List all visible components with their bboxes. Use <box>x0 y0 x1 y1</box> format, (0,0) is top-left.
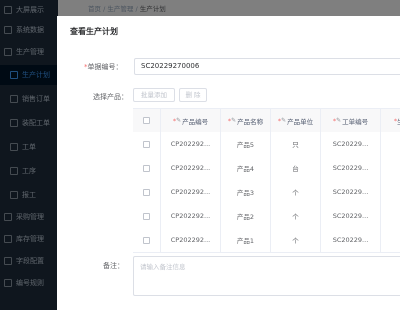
edit-icon: ✎ <box>231 117 237 124</box>
cell-product-code: CP202292... <box>161 228 221 252</box>
header-workorder-code: * ✎ 工单编号 <box>321 109 381 132</box>
remark-placeholder: 请输入备注信息 <box>140 263 186 271</box>
table-row[interactable]: CP202292...产品4台SC20229...1 <box>133 156 400 181</box>
row-checkbox[interactable] <box>143 236 150 244</box>
cell-product-unit: 个 <box>271 228 321 252</box>
cell-production: 1 <box>381 228 400 252</box>
cell-product-unit: 个 <box>271 204 321 228</box>
cell-product-code: CP202292... <box>161 132 221 156</box>
cell-workorder-code: SC20229... <box>321 180 381 204</box>
row-checkbox[interactable] <box>143 212 150 220</box>
row-select-cell <box>133 228 161 252</box>
product-table: *✎产品编号 *✎产品名称 *✎产品单位 *✎工单编号 *生产 CP202292… <box>133 108 400 253</box>
batch-add-button[interactable]: 批量添加 <box>133 88 175 102</box>
cell-workorder-code: SC20229... <box>321 204 381 228</box>
dialog-title: 查看生产计划 <box>70 27 118 36</box>
view-plan-dialog: 查看生产计划 *单据编号： SC20229270006 选择产品： 批量添加 删… <box>57 16 400 310</box>
table-row[interactable]: CP202292...产品5只SC20229...1 <box>133 132 400 157</box>
cell-workorder-code: SC20229... <box>321 156 381 180</box>
remark-label: 备注： <box>103 262 124 270</box>
table-row[interactable]: CP202292...产品2个SC20229...1 <box>133 204 400 229</box>
cell-production: 1 <box>381 156 400 180</box>
cell-product-unit: 个 <box>271 180 321 204</box>
cell-product-name: 产品4 <box>221 156 271 180</box>
cell-product-unit: 台 <box>271 156 321 180</box>
row-checkbox[interactable] <box>143 164 150 172</box>
header-product-name: * ✎ 产品名称 <box>221 109 271 132</box>
cell-production: 1 <box>381 204 400 228</box>
row-checkbox[interactable] <box>143 188 150 196</box>
table-row[interactable]: CP202292...产品3个SC20229...1 <box>133 180 400 205</box>
cell-workorder-code: SC20229... <box>321 228 381 252</box>
order-no-input[interactable]: SC20229270006 <box>134 58 400 75</box>
header-production: *生产 <box>393 116 400 126</box>
order-no-label: *单据编号： <box>84 63 123 71</box>
select-all-checkbox[interactable] <box>143 117 150 124</box>
cell-product-name: 产品2 <box>221 204 271 228</box>
cell-production: 1 <box>381 180 400 204</box>
cell-product-unit: 只 <box>271 132 321 156</box>
edit-icon: ✎ <box>336 117 342 124</box>
header-product-unit: * ✎ 产品单位 <box>271 109 321 132</box>
edit-icon: ✎ <box>176 117 182 124</box>
select-product-label: 选择产品： <box>93 93 128 101</box>
cell-product-code: CP202292... <box>161 156 221 180</box>
row-checkbox[interactable] <box>143 140 150 148</box>
table-header-row: *✎产品编号 *✎产品名称 *✎产品单位 *✎工单编号 *生产 <box>133 109 400 133</box>
cell-product-name: 产品3 <box>221 180 271 204</box>
cell-production: 1 <box>381 132 400 156</box>
header-product-code: * ✎ 产品编号 <box>161 109 221 132</box>
cell-product-name: 产品5 <box>221 132 271 156</box>
edit-icon: ✎ <box>281 117 287 124</box>
table-row[interactable]: CP202292...产品1个SC20229...1 <box>133 228 400 253</box>
row-select-cell <box>133 204 161 228</box>
row-select-cell <box>133 132 161 156</box>
row-select-cell <box>133 156 161 180</box>
row-select-cell <box>133 180 161 204</box>
select-all-cell <box>133 109 161 132</box>
remark-textarea[interactable]: 请输入备注信息 <box>133 256 400 296</box>
cell-workorder-code: SC20229... <box>321 132 381 156</box>
cell-product-name: 产品1 <box>221 228 271 252</box>
cell-product-code: CP202292... <box>161 204 221 228</box>
order-no-value: SC20229270006 <box>141 62 200 70</box>
cell-product-code: CP202292... <box>161 180 221 204</box>
delete-button[interactable]: 删 除 <box>179 88 207 102</box>
